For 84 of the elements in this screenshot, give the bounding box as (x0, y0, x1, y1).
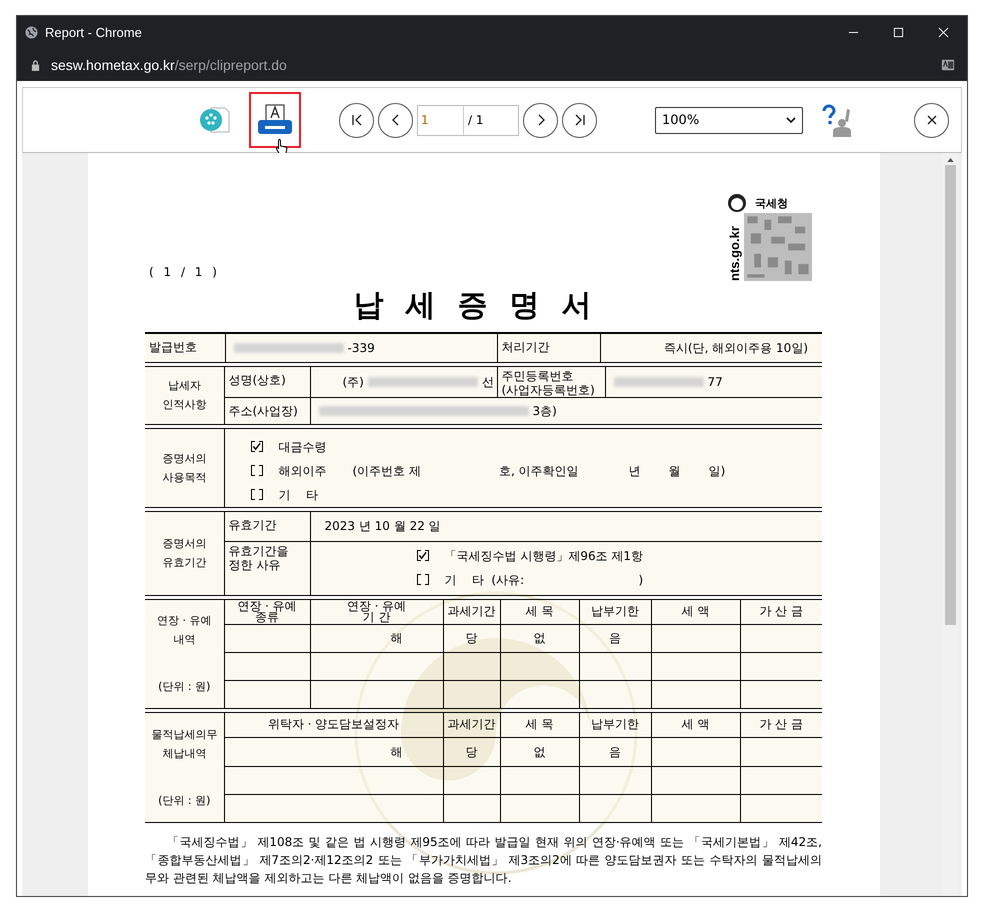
previous-page-button[interactable] (378, 102, 413, 138)
option-detail: 호, 이주확인일 (499, 464, 579, 478)
field-label: 발급번호 (149, 340, 197, 354)
option-label: 기 타 (사유: ) (444, 572, 644, 586)
field-value: 77 (708, 374, 723, 388)
field-label: 유효기간 (228, 518, 276, 532)
address-text[interactable]: sesw.hometax.go.kr/serp/clipreport.do (51, 57, 287, 73)
scrollbar-thumb[interactable] (945, 165, 956, 625)
option-detail: 월 (668, 464, 681, 478)
checkbox[interactable] (416, 550, 428, 561)
document-title: 납세증명서 (352, 287, 614, 325)
option-label: 해외이주 (278, 464, 326, 478)
option-label: 대금수령 (278, 440, 326, 454)
option-detail: 년 (628, 464, 641, 478)
column-header: 세 액 (682, 717, 710, 731)
section-label: 납세자 인적사항 (162, 379, 206, 411)
printer-icon (255, 103, 295, 137)
field-value: (주) (342, 374, 364, 388)
table-cell: 해 (390, 631, 402, 645)
field-label: 처리기간 (502, 340, 550, 354)
window-title: Report - Chrome (45, 25, 142, 40)
column-header: 세 목 (526, 604, 554, 618)
last-page-button[interactable] (562, 102, 597, 138)
column-header: 과세기간 (448, 717, 496, 731)
globe-icon (25, 26, 38, 39)
column-header: 세 목 (526, 717, 554, 731)
field-value: 즉시(단, 해외이주용 10일) (664, 340, 808, 355)
table-cell: 음 (609, 631, 621, 645)
table-cell: 당 (466, 744, 478, 758)
field-value: 3층) (532, 404, 557, 418)
checkbox[interactable] (250, 465, 262, 476)
page-field[interactable]: 1 / 1 (417, 104, 519, 136)
translate-icon[interactable] (941, 58, 955, 72)
page-total: / 1 (467, 112, 484, 129)
field-value: -339 (348, 340, 375, 355)
next-page-button[interactable] (523, 102, 558, 138)
field-label: 주소(사업장) (228, 404, 298, 418)
column-header: 가 산 금 (759, 604, 804, 618)
column-header: 세 액 (682, 604, 710, 618)
column-header: 연장 · 유예 종류 (237, 598, 297, 624)
agency-name: 국세청 (755, 196, 788, 210)
section-label: 증명서의 사용목적 (162, 452, 206, 484)
table-cell: 없 (534, 744, 546, 758)
table-cell: 음 (609, 744, 621, 758)
maximize-icon[interactable] (893, 27, 904, 38)
unit-label: (단위 : 원) (157, 679, 212, 695)
caret-icon (786, 117, 796, 123)
checkbox[interactable] (250, 489, 262, 500)
site-label: nts.go.kr (727, 225, 742, 281)
column-header: 연장 · 유예 기 간 (346, 598, 406, 624)
column-header: 납부기한 (591, 717, 639, 731)
option-detail: 일) (708, 464, 726, 478)
field-label: 성명(상호) (228, 372, 286, 386)
checkbox[interactable] (416, 574, 428, 585)
print-button[interactable] (249, 92, 301, 148)
help-icon[interactable] (821, 103, 853, 137)
option-label: 기 타 (278, 488, 318, 502)
column-header: 납부기한 (591, 604, 639, 618)
table-cell: 해 (390, 744, 402, 758)
close-button[interactable] (914, 102, 949, 138)
close-icon[interactable] (938, 27, 949, 38)
certification-statement: 「국세징수법」 제108조 및 같은 법 시행령 제95조에 따라 발급일 현재 위의 연장·유예액 또는 「국세기본법」 제42조, 「종합부동산세법」 제7조의2·제12조의2 또는 「부가가치세법」 제3조의2에 따른 양도담보권자 또는 수탁자의 물적납세의무와 관련된 체납액을 제외하고는 다른 체납액이 없음을 증명합니다. (145, 834, 822, 886)
field-label: 유효기간을 정한 사유 (228, 544, 288, 572)
field-label: 주민등록번호 (사업자등록번호) (502, 368, 595, 396)
checkbox[interactable] (250, 441, 262, 452)
table-cell: 당 (466, 631, 478, 645)
column-header: 위탁자 · 양도담보설정자 (268, 717, 400, 731)
field-value: 2023 년 10 월 22 일 (324, 519, 441, 533)
first-page-button[interactable] (339, 102, 374, 138)
section-label: 연장 · 유예 내역 (156, 613, 212, 648)
zoom-dropdown[interactable]: 100% (655, 106, 803, 134)
scroll-up-icon[interactable] (947, 158, 954, 162)
lock-icon (31, 60, 40, 70)
column-header: 가 산 금 (759, 717, 804, 731)
section-label: 증명서의 유효기간 (162, 537, 206, 569)
qr-code (744, 213, 812, 281)
unit-label: (단위 : 원) (157, 792, 212, 808)
option-detail: (이주번호 제 (352, 464, 421, 478)
field-value: 선 (482, 374, 494, 388)
section-label: 물적납세의무 체납내역 (150, 726, 218, 762)
column-header: 과세기간 (448, 604, 496, 618)
option-label: 「국세징수법 시행령」제96조 제1항 (444, 548, 644, 562)
page-counter: ( 1 / 1 ) (149, 265, 220, 279)
table-cell: 없 (534, 631, 546, 645)
